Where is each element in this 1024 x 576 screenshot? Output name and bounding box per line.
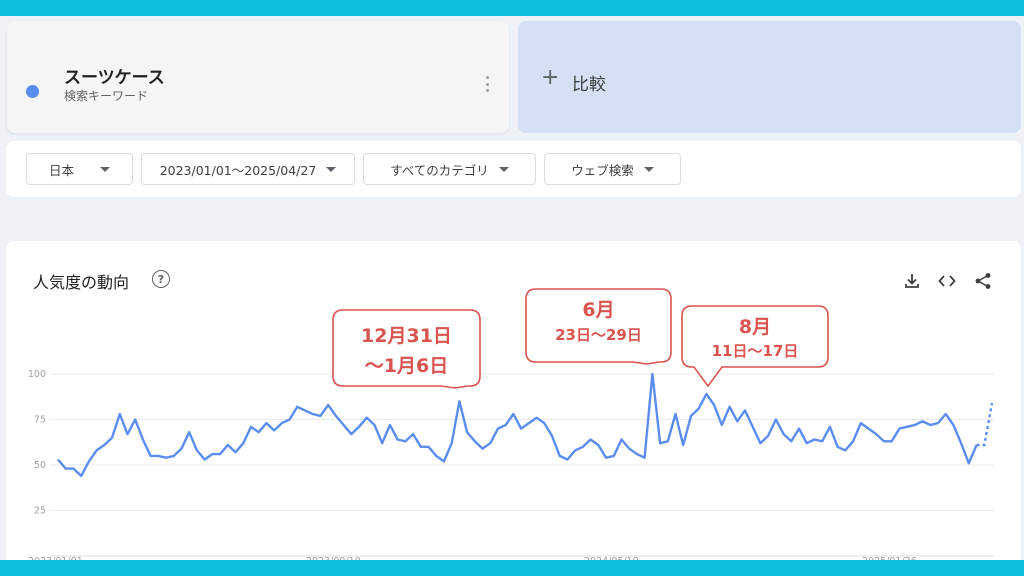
chevron-down-icon (643, 166, 654, 172)
trends-page: スーツケース 検索キーワード + 比較 日本 2023/01/01〜2025/0… (0, 16, 1024, 560)
compare-label: 比較 (572, 75, 606, 95)
search-term-name[interactable]: スーツケース (64, 63, 165, 88)
interest-chart: 100 75 50 25 2023/01/01 2023/09/10 2024/05/19 2… (28, 288, 994, 560)
callout-line: 12月31日 (361, 325, 452, 347)
date-range-filter[interactable]: 2023/01/01〜2025/04/27 (141, 153, 355, 185)
y-tick-label: 50 (34, 460, 46, 471)
x-tick-label: 2023/01/01 (28, 556, 83, 560)
callout-line: 〜1月6日 (365, 355, 448, 377)
add-icon: + (541, 65, 560, 90)
y-tick-label: 25 (34, 506, 46, 517)
callout-line: 6月 (582, 299, 614, 321)
region-filter-label: 日本 (48, 162, 74, 178)
series-projection-line (976, 402, 994, 447)
more-vert-icon[interactable] (481, 73, 493, 95)
y-tick-label: 100 (28, 369, 46, 380)
series-line (57, 372, 978, 478)
series-color-dot (26, 85, 39, 98)
chevron-down-icon (326, 166, 337, 172)
search-type-filter-label: ウェブ検索 (571, 162, 634, 178)
y-tick-label: 75 (34, 415, 46, 426)
search-term-card[interactable]: スーツケース 検索キーワード (7, 21, 509, 133)
region-filter[interactable]: 日本 (26, 153, 133, 185)
x-tick-label: 2024/05/19 (584, 556, 639, 560)
callout-line: 11日〜17日 (712, 342, 799, 360)
x-tick-label: 2025/01/26 (862, 556, 917, 560)
category-filter-label: すべてのカテゴリ (390, 162, 489, 178)
date-range-filter-label: 2023/01/01〜2025/04/27 (159, 162, 317, 178)
filter-bar: 日本 2023/01/01〜2025/04/27 すべてのカテゴリ ウェブ検索 (6, 141, 1021, 197)
chevron-down-icon (498, 166, 509, 172)
x-tick-label: 2023/09/10 (306, 556, 361, 560)
search-term-type: 検索キーワード (64, 89, 149, 103)
callout-line: 23日〜29日 (555, 326, 642, 344)
callout-line: 8月 (739, 316, 771, 338)
interest-over-time-card: 人気度の動向 ? 100 75 50 25 2023/01/01 2023/09/10 20… (6, 241, 1021, 560)
chevron-down-icon (100, 166, 110, 172)
compare-button[interactable]: + 比較 (518, 21, 1021, 133)
search-type-filter[interactable]: ウェブ検索 (544, 153, 681, 185)
category-filter[interactable]: すべてのカテゴリ (363, 153, 536, 185)
